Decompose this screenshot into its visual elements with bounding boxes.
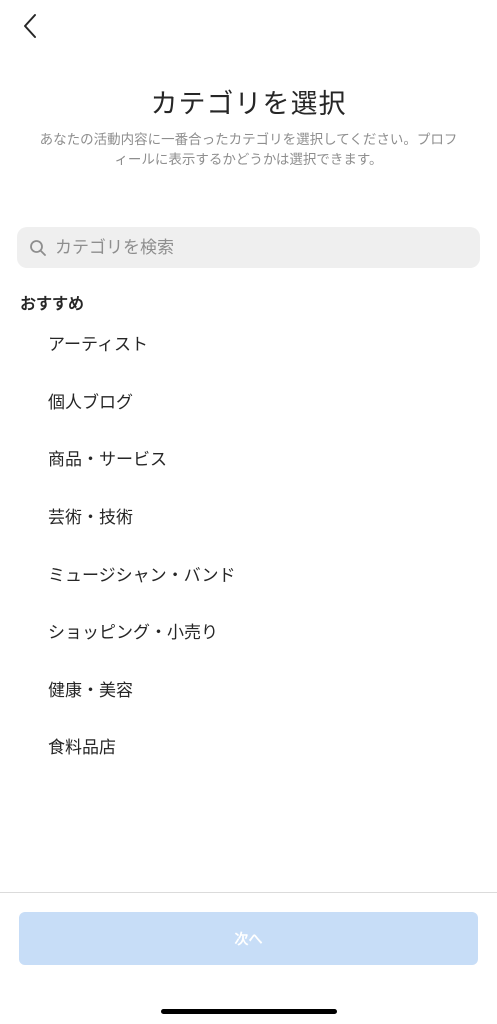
search-icon [28, 238, 48, 258]
home-indicator[interactable] [161, 1009, 337, 1014]
category-item-health-beauty[interactable]: 健康・美容 [0, 660, 497, 718]
category-item-arts-crafts[interactable]: 芸術・技術 [0, 487, 497, 545]
category-list: アーティスト 個人ブログ 商品・サービス 芸術・技術 ミュージシャン・バンド シ… [0, 314, 497, 775]
category-item-personal-blog[interactable]: 個人ブログ [0, 372, 497, 430]
back-button[interactable] [14, 10, 46, 42]
category-item-shopping-retail[interactable]: ショッピング・小売り [0, 602, 497, 660]
category-item-musician-band[interactable]: ミュージシャン・バンド [0, 544, 497, 602]
next-button[interactable]: 次へ [19, 912, 478, 965]
recommended-heading: おすすめ [20, 294, 85, 313]
search-input[interactable] [55, 237, 455, 258]
footer-divider [0, 892, 497, 893]
chevron-left-icon [24, 14, 36, 38]
category-item-product-service[interactable]: 商品・サービス [0, 429, 497, 487]
page-title: カテゴリを選択 [150, 89, 347, 120]
page-subtitle: あなたの活動内容に一番合ったカテゴリを選択してください。プロフィールに表示するか… [39, 132, 458, 168]
category-item-grocery-store[interactable]: 食料品店 [0, 717, 497, 775]
category-item-artist[interactable]: アーティスト [0, 314, 497, 372]
search-box[interactable] [17, 227, 480, 268]
